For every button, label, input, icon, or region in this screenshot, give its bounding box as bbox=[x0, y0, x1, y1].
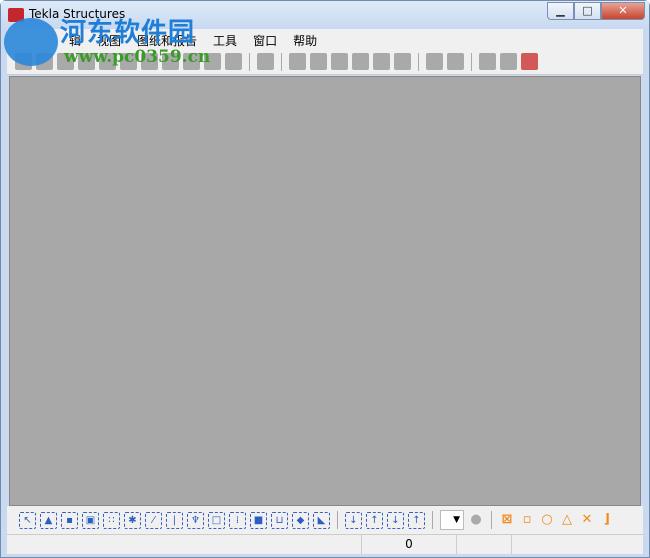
status-bar: 0 bbox=[7, 534, 643, 554]
selection-toolbar: ↖ ▲ ▪ ▣ ∷ ✱ ⁄ ❘ ♆ □ ⁞ ■ ⊔ ◆ ◣ ↓ ↑ ↓ ↑ ▼ ● ⊠ ▫ ○ △ ✕ ⌋ bbox=[7, 506, 643, 534]
select-bolts-icon[interactable]: ∷ bbox=[103, 511, 120, 529]
menu-window[interactable]: 窗口 bbox=[245, 29, 285, 49]
menu-help[interactable]: 帮助 bbox=[285, 29, 325, 49]
separator bbox=[418, 52, 419, 71]
select-reinforcement-icon[interactable]: ◣ bbox=[313, 511, 330, 529]
select-planes-icon[interactable]: ◆ bbox=[292, 511, 309, 529]
select-grids-icon[interactable]: ✱ bbox=[124, 511, 141, 529]
tool-icon[interactable] bbox=[373, 53, 390, 70]
select-object-down-icon[interactable]: ↓ bbox=[387, 511, 404, 529]
snap-perpendicular-icon[interactable]: ⌋ bbox=[599, 512, 615, 528]
tool-icon[interactable] bbox=[331, 53, 348, 70]
menu-tools[interactable]: 工具 bbox=[205, 29, 245, 49]
separator bbox=[249, 52, 250, 71]
separator bbox=[281, 52, 282, 71]
select-parts-icon[interactable]: ▲ bbox=[40, 511, 57, 529]
watermark-url: www.pc0359.cn bbox=[64, 47, 211, 67]
tool-icon[interactable] bbox=[426, 53, 443, 70]
snap-geometry-icon[interactable]: ▫ bbox=[519, 512, 535, 528]
tool-icon[interactable] bbox=[521, 53, 538, 70]
select-all-icon[interactable]: ↖ bbox=[19, 511, 36, 529]
minimize-button[interactable]: ▁ bbox=[547, 2, 574, 20]
select-bolt-groups-icon[interactable]: ⁞ bbox=[229, 511, 246, 529]
tool-icon[interactable] bbox=[310, 53, 327, 70]
separator bbox=[491, 511, 492, 529]
snap-intersection-icon[interactable]: ✕ bbox=[579, 512, 595, 528]
folder-icon[interactable] bbox=[479, 53, 496, 70]
model-view-area[interactable] bbox=[9, 76, 641, 506]
tool-icon[interactable] bbox=[394, 53, 411, 70]
maximize-button[interactable]: □ bbox=[574, 2, 601, 20]
select-components-icon[interactable]: ♆ bbox=[187, 511, 204, 529]
tool-icon[interactable] bbox=[289, 53, 306, 70]
status-message bbox=[7, 535, 362, 554]
close-button[interactable]: ✕ bbox=[601, 2, 645, 20]
snap-reference-icon[interactable]: ⊠ bbox=[499, 512, 515, 528]
select-assembly-up-icon[interactable]: ↑ bbox=[366, 511, 383, 529]
tool-icon[interactable] bbox=[352, 53, 369, 70]
select-points-icon[interactable]: ❘ bbox=[166, 511, 183, 529]
watermark-name: 河东软件园 bbox=[60, 18, 196, 48]
status-cell bbox=[457, 535, 512, 554]
selection-filter-dropdown[interactable]: ▼ bbox=[440, 510, 464, 530]
select-cuts-icon[interactable]: ⊔ bbox=[271, 511, 288, 529]
help-icon[interactable] bbox=[257, 53, 274, 70]
watermark-logo bbox=[4, 18, 58, 66]
select-gridlines-icon[interactable]: ⁄ bbox=[145, 511, 162, 529]
snap-midpoint-icon[interactable]: △ bbox=[559, 512, 575, 528]
snap-center-icon[interactable]: ○ bbox=[539, 512, 555, 528]
select-surface-icon[interactable]: ▪ bbox=[61, 511, 78, 529]
tool-icon[interactable] bbox=[225, 53, 242, 70]
separator bbox=[432, 511, 433, 529]
app-window: Tekla Structures ▁ □ ✕ 辑 视图 图纸和报告 工具 窗口 … bbox=[0, 0, 650, 558]
select-views-icon[interactable]: □ bbox=[208, 511, 225, 529]
select-details-icon[interactable]: ■ bbox=[250, 511, 267, 529]
tool-icon[interactable] bbox=[447, 53, 464, 70]
filter-settings-icon[interactable]: ● bbox=[468, 512, 484, 528]
separator bbox=[337, 511, 338, 529]
separator bbox=[471, 52, 472, 71]
select-assembly-down-icon[interactable]: ↓ bbox=[345, 511, 362, 529]
status-count: 0 bbox=[362, 535, 457, 554]
select-welds-icon[interactable]: ▣ bbox=[82, 511, 99, 529]
select-object-up-icon[interactable]: ↑ bbox=[408, 511, 425, 529]
tool-icon[interactable] bbox=[500, 53, 517, 70]
